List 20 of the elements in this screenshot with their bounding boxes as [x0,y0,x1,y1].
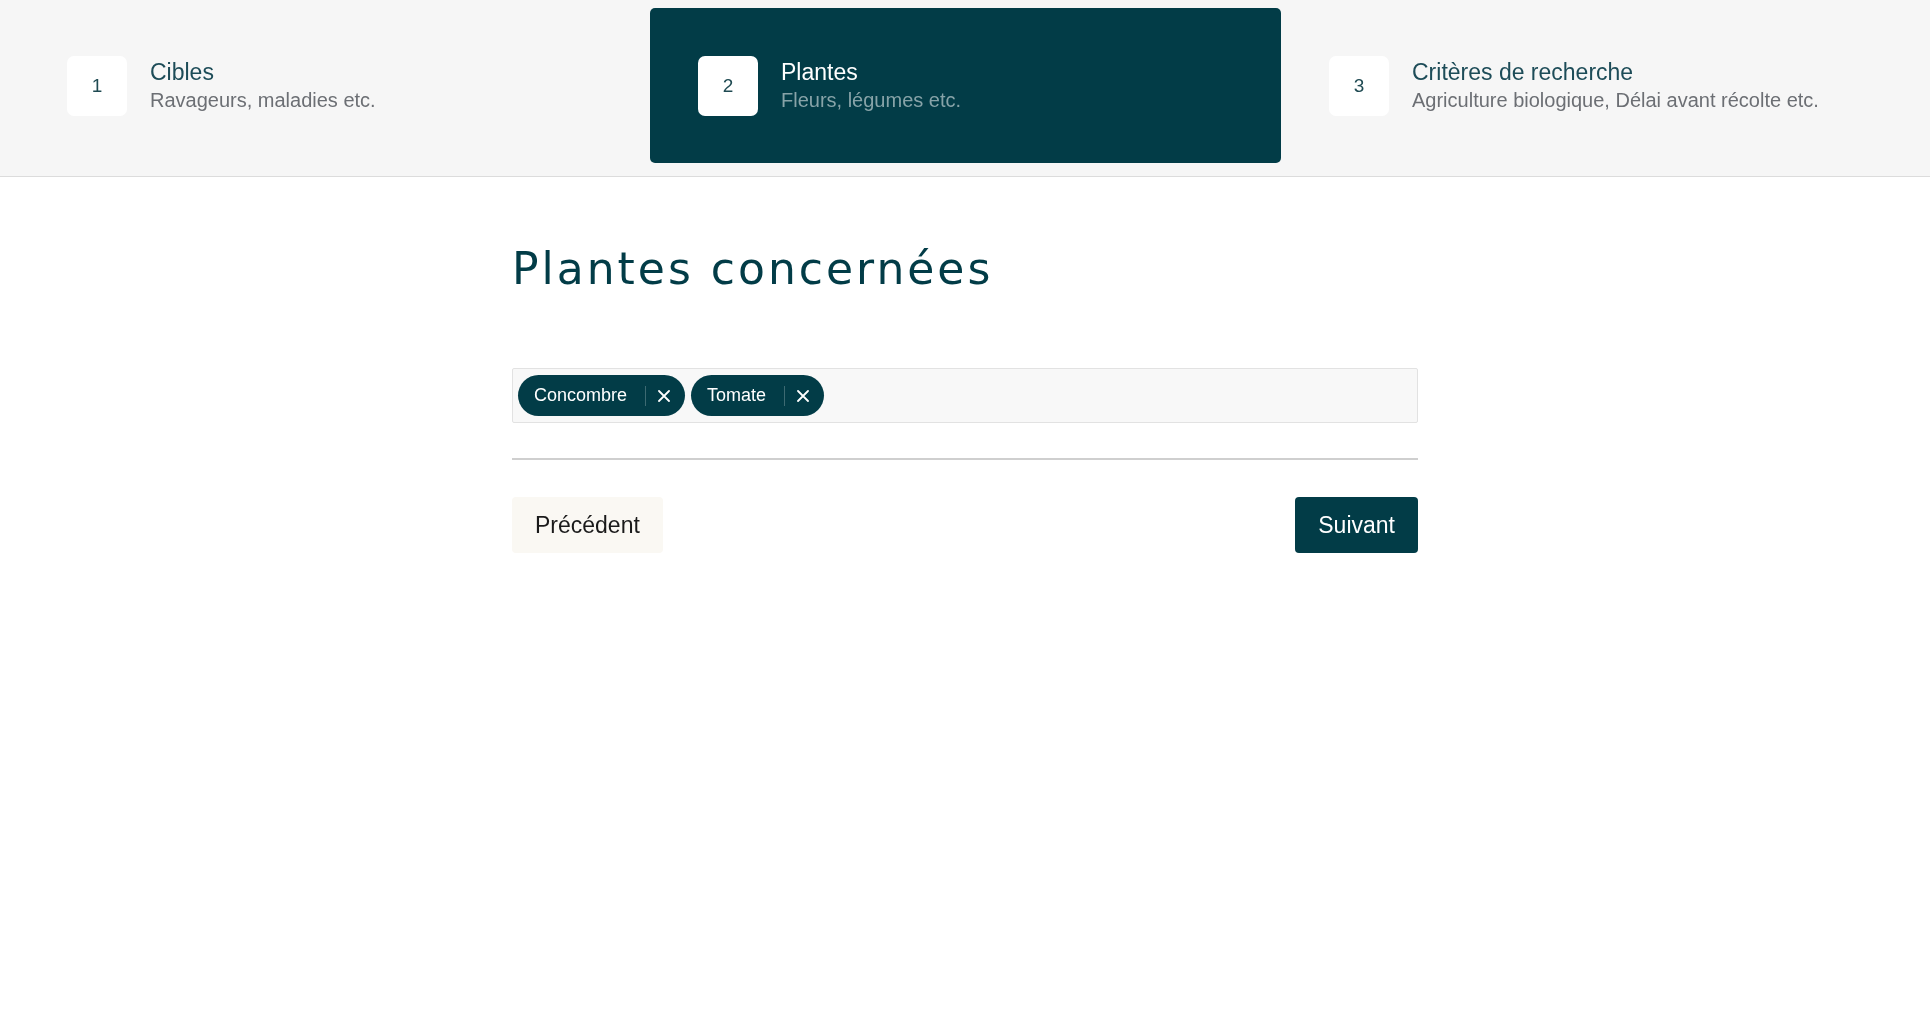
close-icon [797,389,810,402]
step-tab[interactable]: 1 Cibles Ravageurs, maladies etc. [19,8,650,163]
step-tab[interactable]: 3 Critères de recherche Agriculture biologique, Délai avant récolte etc. [1281,8,1912,163]
step-subtitle: Agriculture biologique, Délai avant récolte etc. [1412,88,1819,112]
tag-label: Concombre [534,385,628,406]
step-title: Critères de recherche [1412,59,1635,85]
step-title: Cibles [150,59,215,85]
step-number: 1 [67,55,127,116]
step-subtitle: Ravageurs, maladies etc. [150,88,376,112]
step-number: 2 [698,55,758,116]
previous-button[interactable]: Précédent [512,497,663,553]
tag-label: Tomate [707,385,767,406]
step-subtitle: Fleurs, légumes etc. [781,88,962,112]
next-button[interactable]: Suivant [1295,497,1418,553]
step-tab[interactable]: 2 Plantes Fleurs, légumes etc. [650,8,1281,163]
plant-input-field[interactable]: Concombre Tomate [512,368,1418,423]
section-title: Plantes concernées [512,243,994,295]
step-number: 3 [1329,55,1389,116]
close-icon [658,389,671,402]
step-title: Plantes [781,59,859,85]
